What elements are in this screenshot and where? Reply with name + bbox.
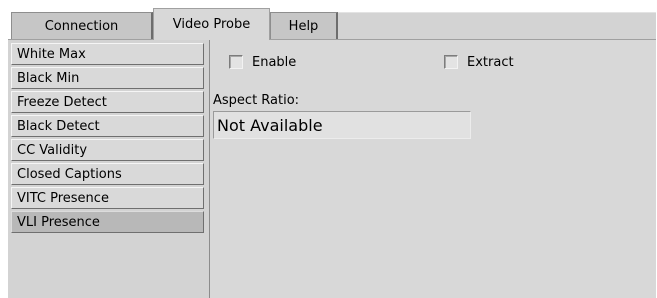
extract-checkbox[interactable]: Extract bbox=[444, 52, 514, 72]
extract-label: Extract bbox=[467, 54, 514, 70]
tab-bar-filler bbox=[338, 12, 656, 40]
probe-settings: Enable Extract Aspect Ratio: Not Availab… bbox=[210, 40, 656, 298]
aspect-ratio-label: Aspect Ratio: bbox=[213, 93, 300, 108]
probe-freeze-detect-button[interactable]: Freeze Detect bbox=[11, 91, 204, 113]
tab-help[interactable]: Help bbox=[270, 12, 338, 39]
aspect-ratio-field: Not Available bbox=[213, 111, 471, 139]
probe-vitc-presence-button[interactable]: VITC Presence bbox=[11, 187, 204, 209]
probe-list: White Max Black Min Freeze Detect Black … bbox=[8, 40, 210, 298]
enable-checkbox[interactable]: Enable bbox=[229, 52, 296, 72]
tab-bar: Connection Video Probe Help bbox=[8, 8, 656, 40]
probe-black-detect-button[interactable]: Black Detect bbox=[11, 115, 204, 137]
enable-checkbox-box[interactable] bbox=[229, 55, 243, 69]
tab-video-probe[interactable]: Video Probe bbox=[153, 8, 270, 40]
probe-closed-captions-button[interactable]: Closed Captions bbox=[11, 163, 204, 185]
probe-vli-presence-button[interactable]: VLI Presence bbox=[11, 211, 204, 233]
tab-connection[interactable]: Connection bbox=[11, 12, 153, 39]
video-probe-panel: White Max Black Min Freeze Detect Black … bbox=[8, 39, 656, 298]
extract-checkbox-box[interactable] bbox=[444, 55, 458, 69]
probe-white-max-button[interactable]: White Max bbox=[11, 43, 204, 65]
probe-black-min-button[interactable]: Black Min bbox=[11, 67, 204, 89]
enable-label: Enable bbox=[252, 54, 297, 70]
probe-cc-validity-button[interactable]: CC Validity bbox=[11, 139, 204, 161]
